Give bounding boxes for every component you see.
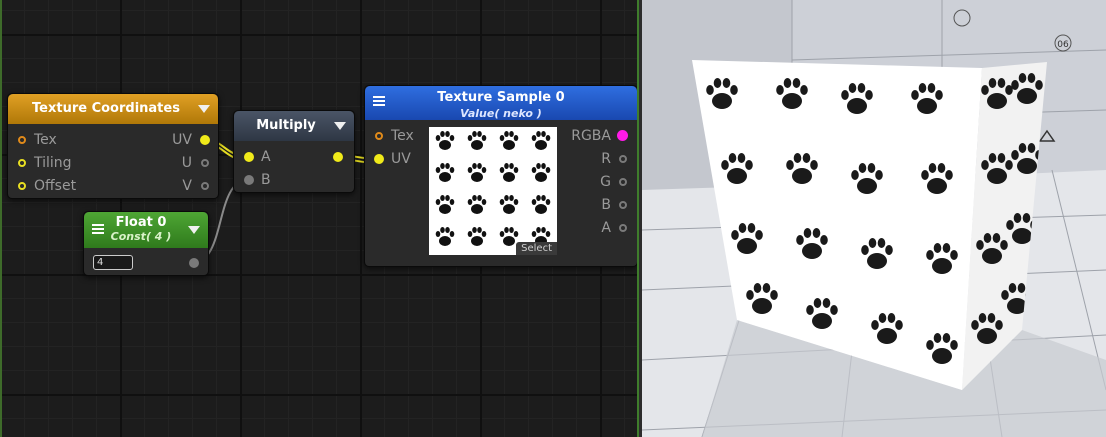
v-output-port[interactable] <box>201 182 209 190</box>
float-header[interactable]: Float 0 Const( 4 ) <box>84 212 208 248</box>
texture-sample-header[interactable]: Texture Sample 0 Value( neko ) <box>365 86 637 120</box>
rgba-output-port[interactable] <box>617 130 628 141</box>
node-title: Multiply <box>256 118 316 133</box>
tex-input-label: Tex <box>34 132 57 148</box>
uv-input-port[interactable] <box>374 154 384 164</box>
float-value-field[interactable] <box>93 255 133 270</box>
paw-print-icon <box>435 131 551 246</box>
g-output-label: G <box>600 174 611 190</box>
b-output-port[interactable] <box>619 201 627 209</box>
gizmo-label: 06 <box>1057 40 1069 50</box>
float-node[interactable]: Float 0 Const( 4 ) <box>83 211 209 276</box>
tiling-input-port[interactable] <box>18 159 26 167</box>
multiply-node[interactable]: Multiply A B <box>233 110 355 193</box>
b-output-label: B <box>601 197 611 213</box>
v-output-label: V <box>182 178 192 194</box>
texture-coordinates-header[interactable]: Texture Coordinates <box>8 94 218 124</box>
hamburger-icon[interactable] <box>373 96 385 106</box>
a-output-port[interactable] <box>619 224 627 232</box>
a-output-label: A <box>601 220 611 236</box>
r-output-port[interactable] <box>619 155 627 163</box>
tex-input-label: Tex <box>391 128 414 144</box>
multiply-header[interactable]: Multiply <box>234 111 354 141</box>
node-subtitle: Value( neko ) <box>460 107 542 120</box>
multiply-output-port[interactable] <box>333 152 343 162</box>
scene-render: 06 <box>642 0 1106 437</box>
dropdown-arrow-icon[interactable] <box>188 226 200 234</box>
paw-pattern <box>435 131 551 246</box>
dropdown-arrow-icon[interactable] <box>334 122 346 130</box>
b-input-port[interactable] <box>244 175 254 185</box>
g-output-port[interactable] <box>619 178 627 186</box>
node-title: Texture Sample 0 <box>437 90 565 105</box>
float-output-port[interactable] <box>189 258 199 268</box>
texture-sample-node[interactable]: Texture Sample 0 Value( neko ) Tex UV Se… <box>364 85 638 267</box>
uv-input-label: UV <box>391 151 411 167</box>
node-title: Texture Coordinates <box>32 101 180 116</box>
tiling-input-label: Tiling <box>34 155 72 171</box>
u-output-port[interactable] <box>201 159 209 167</box>
offset-input-port[interactable] <box>18 182 26 190</box>
offset-input-label: Offset <box>34 178 77 194</box>
texture-preview[interactable]: Select <box>429 127 557 255</box>
uv-output-label: UV <box>172 132 192 148</box>
u-output-label: U <box>181 155 192 171</box>
rgba-output-label: RGBA <box>571 128 611 144</box>
texture-coordinates-node[interactable]: Texture Coordinates Tex Tiling Offset UV… <box>7 93 219 199</box>
dropdown-arrow-icon[interactable] <box>198 105 210 113</box>
uv-output-port[interactable] <box>200 135 210 145</box>
node-graph-canvas[interactable]: Texture Coordinates Tex Tiling Offset UV… <box>0 0 640 437</box>
scene-viewport[interactable]: 06 <box>642 0 1106 437</box>
tex-input-port[interactable] <box>375 132 383 140</box>
hamburger-icon[interactable] <box>92 224 104 234</box>
select-texture-button[interactable]: Select <box>516 242 557 255</box>
b-input-label: B <box>261 172 271 188</box>
tex-input-port[interactable] <box>18 136 26 144</box>
a-input-port[interactable] <box>244 152 254 162</box>
a-input-label: A <box>261 149 271 165</box>
r-output-label: R <box>601 151 611 167</box>
